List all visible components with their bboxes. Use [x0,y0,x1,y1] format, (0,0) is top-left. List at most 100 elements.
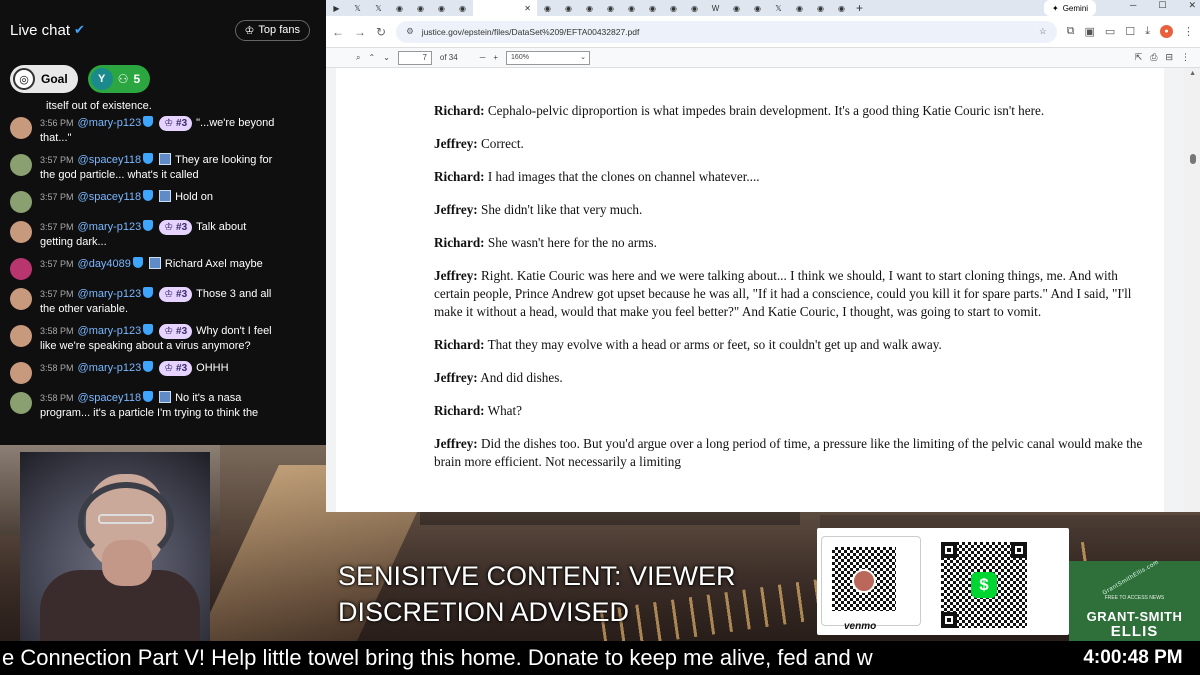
avatar[interactable] [10,325,32,347]
avatar[interactable] [10,288,32,310]
zoom-value: 160% [511,53,529,61]
minimize-icon[interactable]: ─ [1130,0,1136,11]
message-author[interactable]: @spacey118 [78,191,142,203]
save-icon[interactable]: ⊟ [1165,52,1173,63]
avatar[interactable] [10,258,32,280]
moderator-shield-icon [143,116,154,127]
menu-icon[interactable]: ⋮ [1183,25,1194,38]
badge-rank: #3 [176,326,188,337]
message-author[interactable]: @mary-p123 [78,362,142,374]
browser-tab[interactable]: 𝕏 [347,0,368,16]
message-author[interactable]: @spacey118 [78,392,142,404]
tab-bar: ▶ 𝕏 𝕏 ◉ ◉ ◉ ◉ ✕ ◉ ◉ ◉ ◉ ◉ ◉ ◉ ◉ W ◉ ◉ 𝕏 … [326,0,1200,16]
chat-title[interactable]: Live chat ✔ [10,22,85,39]
profile-avatar[interactable]: ● [1160,25,1173,38]
message-text-continued: getting dark... [40,236,107,248]
top-fans-button[interactable]: ♔ Top fans [234,19,310,41]
next-page-icon[interactable]: ⌄ [383,53,390,62]
message-author[interactable]: @mary-p123 [78,221,142,233]
scrollbar-thumb[interactable] [1190,154,1196,164]
reload-icon[interactable]: ↻ [376,25,386,39]
message-text: No it's a nasa [175,392,242,404]
browser-tab[interactable]: 𝕏 [768,0,789,16]
print-icon[interactable]: ⎙ [1150,52,1157,63]
avatar[interactable] [10,117,32,139]
chat-message: 3:57 PM @mary-p123 ♔ #3 Those 3 and all the … [0,287,326,317]
avatar[interactable] [10,154,32,176]
browser-tab[interactable]: ◉ [810,0,831,16]
zoom-select[interactable]: 160% ⌄ [506,50,591,65]
brand-name-line-2: ELLIS [1110,623,1159,640]
qr-finder [1011,542,1027,558]
goal-button[interactable]: ◎ Goal [10,65,78,93]
message-body: 3:57 PM @mary-p123 ♔ #3 Talk about getting d… [40,220,318,250]
browser-tab[interactable]: ◉ [621,0,642,16]
browser-tab[interactable]: ◉ [726,0,747,16]
site-info-icon[interactable]: ⚙ [406,26,414,37]
qr-finder [941,542,957,558]
prev-page-icon[interactable]: ⌃ [368,53,375,62]
browser-tab[interactable]: ◉ [389,0,410,16]
browser-tab[interactable]: ◉ [789,0,810,16]
browser-tab[interactable]: ◉ [663,0,684,16]
message-body: 3:57 PM @spacey118 They are looking for the… [40,153,318,183]
browser-tab[interactable]: ◉ [600,0,621,16]
download-icon[interactable]: ⤓ [1145,25,1150,38]
close-tab-icon[interactable]: ✕ [524,4,531,13]
open-external-icon[interactable]: ⇱ [1135,52,1143,63]
cast-icon[interactable]: ▭ [1105,25,1115,38]
close-window-icon[interactable]: ✕ [1188,0,1196,11]
browser-tab[interactable]: ◉ [579,0,600,16]
bookmark-star-icon[interactable]: ☆ [1039,26,1047,37]
transcript-line: Jeffrey: Did the dishes too. But you'd a… [434,435,1144,471]
chat-message: 3:57 PM @mary-p123 ♔ #3 Talk about getting d… [0,220,326,250]
forward-icon[interactable]: → [354,25,366,39]
message-author[interactable]: @mary-p123 [78,288,142,300]
browser-tab[interactable]: ◉ [410,0,431,16]
poll-button[interactable]: Y ⚇ 5 [87,65,151,93]
new-tab-button[interactable]: + [856,1,863,15]
url-field[interactable]: ⚙ justice.gov/epstein/files/DataSet%209/… [396,20,1057,43]
browser-tab[interactable]: ◉ [642,0,663,16]
browser-tab[interactable]: 𝕏 [368,0,389,16]
message-author[interactable]: @day4089 [78,258,131,270]
message-author[interactable]: @spacey118 [78,154,142,166]
badge-rank: #3 [176,363,188,374]
bookmark-icon[interactable]: ☐ [1125,25,1135,38]
avatar[interactable] [10,362,32,384]
message-body: 3:58 PM @spacey118 No it's a nasa program..… [40,391,318,421]
more-icon[interactable]: ⋮ [1181,52,1190,63]
browser-tab[interactable]: ◉ [452,0,473,16]
avatar[interactable] [10,191,32,213]
zoom-out-icon[interactable]: ─ [480,53,486,62]
browser-tab[interactable]: ◉ [537,0,558,16]
search-icon[interactable]: ⌕ [356,53,360,63]
browser-tab[interactable]: W [705,0,726,16]
back-icon[interactable]: ← [332,25,344,39]
scroll-up-icon[interactable]: ▲ [1189,70,1196,77]
chat-message: 3:57 PM @spacey118 They are looking for the… [0,153,326,183]
sidepanel-icon[interactable]: ▣ [1084,25,1094,38]
browser-tab[interactable]: ◉ [558,0,579,16]
browser-tab[interactable]: ◉ [747,0,768,16]
gemini-button[interactable]: ✦ Gemini [1044,0,1097,16]
avatar[interactable] [10,221,32,243]
badge-rank: #3 [176,222,188,233]
pdf-page: Richard: Cephalo-pelvic diproportion is … [336,68,1164,512]
extensions-icon[interactable]: ⧉ [1067,25,1075,38]
transcript-line: Richard: I had images that the clones on… [434,168,1144,186]
browser-tab[interactable]: ◉ [684,0,705,16]
zoom-in-icon[interactable]: + [493,53,498,62]
maximize-icon[interactable]: ☐ [1158,0,1166,11]
browser-tab[interactable]: ◉ [431,0,452,16]
page-number-input[interactable]: 7 [397,50,432,65]
message-author[interactable]: @mary-p123 [78,325,142,337]
chevron-down-icon: ⌄ [580,53,587,61]
avatar[interactable] [10,392,32,414]
chat-message: 3:58 PM @spacey118 No it's a nasa program..… [0,391,326,421]
scrollbar[interactable]: ▲ [1184,68,1200,512]
browser-tab[interactable]: ▶ [326,0,347,16]
browser-tab-active[interactable]: ✕ [473,0,537,16]
browser-tab[interactable]: ◉ [831,0,852,16]
message-author[interactable]: @mary-p123 [78,117,142,129]
